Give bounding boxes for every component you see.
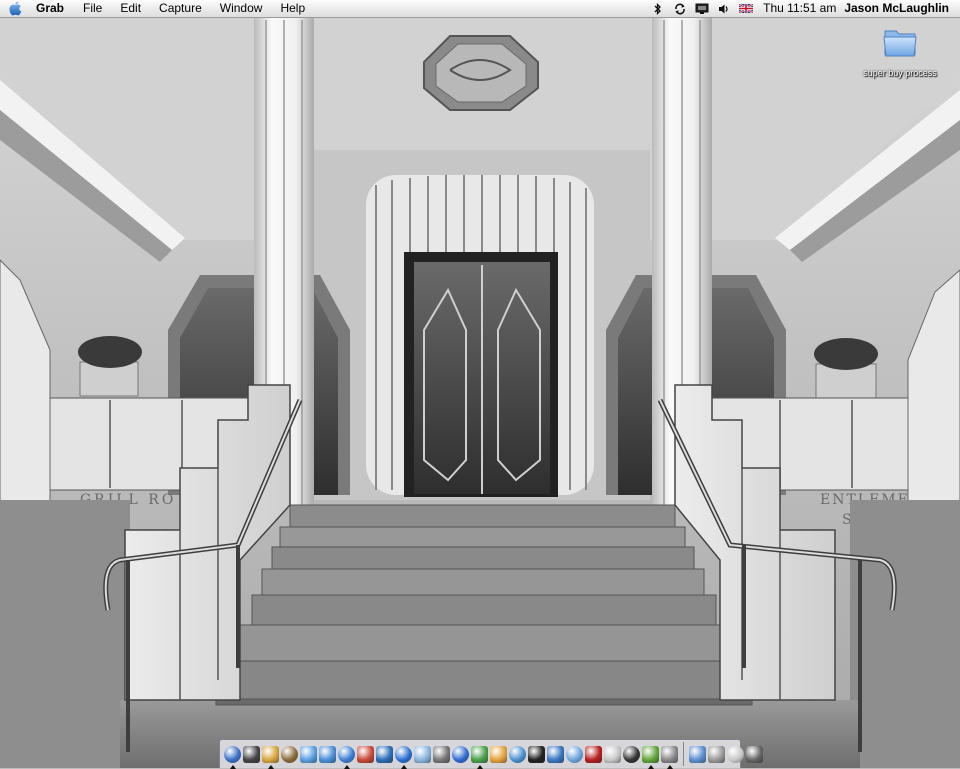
running-indicator <box>477 765 483 769</box>
dock-item-photo[interactable] <box>546 742 565 766</box>
xcode-icon <box>566 745 583 763</box>
running-indicator <box>667 765 673 769</box>
menu-file[interactable]: File <box>74 0 111 17</box>
dock-item-safari[interactable] <box>318 742 337 766</box>
grab-icon <box>661 745 678 763</box>
wallpaper-art-deco-lobby: GRILL RO ENTLEMENS SING <box>0 0 960 768</box>
dock <box>219 739 763 769</box>
photo-icon <box>547 745 564 763</box>
apple-menu-button[interactable] <box>0 0 30 17</box>
bbedit-icon <box>452 745 469 763</box>
documents-stack-icon <box>708 745 725 763</box>
downloads-stack-icon <box>727 745 744 763</box>
menu-app-name[interactable]: Grab <box>30 0 74 17</box>
mail-icon <box>262 745 279 763</box>
safari-icon <box>319 745 336 763</box>
dock-item-itunes[interactable] <box>641 742 660 769</box>
dock-item-grab[interactable] <box>660 742 679 769</box>
dock-item-finder[interactable] <box>223 742 242 769</box>
apple-logo-icon <box>9 1 21 16</box>
dock-item-bbedit[interactable] <box>451 742 470 766</box>
dock-item-mail[interactable] <box>261 742 280 769</box>
running-indicator <box>648 765 654 769</box>
fugu-icon <box>490 745 507 763</box>
volume-icon[interactable] <box>713 0 735 17</box>
applications-folder-icon <box>689 745 706 763</box>
dock-item-system-preferences[interactable] <box>432 742 451 766</box>
dock-item-applications-folder[interactable] <box>688 742 707 766</box>
finder-alt-icon <box>509 745 526 763</box>
acrobat-icon <box>585 745 602 763</box>
dock-item-dashboard[interactable] <box>242 742 261 766</box>
dock-item-documents-stack[interactable] <box>707 742 726 766</box>
dock-item-network-utility[interactable] <box>299 742 318 766</box>
dock-item-preview[interactable] <box>413 742 432 766</box>
running-indicator <box>268 765 274 769</box>
dock-item-internet-explorer[interactable] <box>337 742 356 769</box>
dock-separator <box>683 742 684 766</box>
menu-capture[interactable]: Capture <box>150 0 211 17</box>
running-indicator <box>401 765 407 769</box>
dock-item-finder-alt[interactable] <box>508 742 527 766</box>
menu-edit[interactable]: Edit <box>111 0 150 17</box>
fast-user-switch-name[interactable]: Jason McLaughlin <box>844 0 960 17</box>
dock-item-iweb[interactable] <box>470 742 489 769</box>
bluetooth-icon[interactable] <box>647 0 669 17</box>
dashboard-icon <box>243 745 260 763</box>
finder-icon <box>224 745 241 763</box>
dock-item-trash[interactable] <box>745 742 764 766</box>
dock-item-address-book[interactable] <box>280 742 299 766</box>
dock-item-xcode[interactable] <box>565 742 584 766</box>
dock-item-acrobat[interactable] <box>584 742 603 766</box>
ical-icon <box>357 745 374 763</box>
trash-icon <box>746 745 763 763</box>
quicktime-icon <box>395 745 412 763</box>
desktop-folder-super-buy-process[interactable]: super buy process <box>860 26 940 81</box>
network-utility-icon <box>300 745 317 763</box>
iweb-icon <box>471 745 488 763</box>
menu-window[interactable]: Window <box>211 0 272 17</box>
dock-item-terminal[interactable] <box>527 742 546 766</box>
dock-item-image-editor[interactable] <box>603 742 622 766</box>
menu-clock[interactable]: Thu 11:51 am <box>757 0 844 17</box>
folder-icon <box>883 30 917 57</box>
desktop-wallpaper: GRILL RO ENTLEMENS SING <box>0 0 960 768</box>
internet-explorer-icon <box>338 745 355 763</box>
dock-item-dvd[interactable] <box>622 742 641 766</box>
folder-label: super buy process <box>863 68 937 78</box>
input-flag-uk-icon[interactable] <box>735 0 757 17</box>
menu-bar: Grab File Edit Capture Window Help Thu 1… <box>0 0 960 18</box>
dock-item-quicktime[interactable] <box>394 742 413 769</box>
dock-item-ical[interactable] <box>356 742 375 766</box>
terminal-icon <box>528 745 545 763</box>
address-book-icon <box>281 745 298 763</box>
menu-help[interactable]: Help <box>271 0 314 17</box>
image-editor-icon <box>604 745 621 763</box>
itunes-sync-icon <box>376 745 393 763</box>
dock-item-fugu[interactable] <box>489 742 508 766</box>
running-indicator <box>230 765 236 769</box>
dock-item-downloads-stack[interactable] <box>726 742 745 766</box>
itunes-icon <box>642 745 659 763</box>
display-icon[interactable] <box>691 0 713 17</box>
dock-item-itunes-sync[interactable] <box>375 742 394 766</box>
sync-icon[interactable] <box>669 0 691 17</box>
preview-icon <box>414 745 431 763</box>
running-indicator <box>344 765 350 769</box>
dvd-icon <box>623 745 640 763</box>
system-preferences-icon <box>433 745 450 763</box>
